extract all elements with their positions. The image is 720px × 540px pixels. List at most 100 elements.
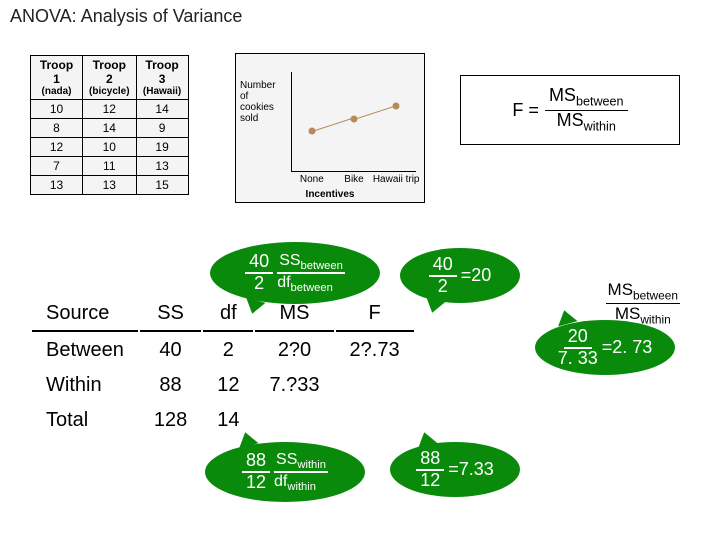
cell: 12 [83,100,137,119]
fraction-den: 7. 33 [558,349,598,369]
cell: Within [32,369,138,402]
top-row: Troop 1(nada) Troop 2(bicycle) Troop 3(H… [20,45,700,205]
col-header: SS [140,297,201,332]
cell: 12 [203,369,253,402]
chart-point [308,128,315,135]
formula-sub: within [640,312,670,326]
fraction-den: 2 [438,277,448,297]
troop-data-table: Troop 1(nada) Troop 2(bicycle) Troop 3(H… [30,55,189,195]
cell: 8 [31,119,83,138]
cell: 7 [31,157,83,176]
lower-section: Source SS df MS F Between 40 2 2?0 2?.73… [30,250,690,530]
formula-sub: between [291,282,333,294]
col-header: Source [32,297,138,332]
cell: 19 [136,138,188,157]
chart-ylabel: Number of cookies sold [240,80,285,124]
anova-source-table: Source SS df MS F Between 40 2 2?0 2?.73… [30,295,416,439]
formula-sym: MS [608,280,634,299]
cell: 14 [83,119,137,138]
table-row: Total 128 14 [32,404,414,437]
formula-num: MS [549,85,576,105]
formula-den-sub: within [584,119,616,133]
incentives-chart: Number of cookies sold None Bike Hawaii … [235,53,425,203]
table-row: Within 88 12 7.?33 [32,369,414,402]
f-formula: F = MSbetween MSwithin [512,86,627,134]
chart-xlabel: Incentives [306,189,355,200]
cell: 2?0 [255,334,333,367]
cell: 12 [31,138,83,157]
cell: 10 [83,138,137,157]
formula-sub: between [301,260,343,272]
chart-xtick: Bike [344,174,363,185]
cell: 9 [136,119,188,138]
col-header: Troop 2 [93,58,126,86]
callout-mswithin: 8812 =7.33 [390,442,520,497]
fraction-num: 20 [564,327,592,349]
chart-line [354,106,394,120]
cell: 128 [140,404,201,437]
table-row: 71113 [31,157,189,176]
fraction-num: 40 [429,255,457,277]
table-row: 121019 [31,138,189,157]
cell: 7.?33 [255,369,333,402]
chart-xtick: Hawaii trip [373,174,420,185]
result: =20 [461,265,492,286]
cell: 40 [140,334,201,367]
result: =2. 73 [602,337,653,358]
formula-sym: df [274,473,287,490]
formula-sub: within [287,481,316,493]
callout-fvalue: 207. 33 =2. 73 [535,320,675,375]
ms-ratio-formula: MSbetween MSwithin [606,280,680,326]
cell: 13 [136,157,188,176]
cell: 15 [136,176,188,195]
callout-tail [555,308,578,327]
col-subheader: (nada) [37,86,76,97]
cell: 2?.73 [336,334,414,367]
callout-msbetween: 402 =20 [400,248,520,303]
cell: 11 [83,157,137,176]
formula-lhs: F = [512,100,539,121]
col-header: F [336,297,414,332]
col-header: Troop 1 [40,58,73,86]
result: =7.33 [448,459,494,480]
callout-sswithin: 8812 SSwithin dfwithin [205,442,365,502]
chart-xtick: None [300,174,324,185]
cell: 88 [140,369,201,402]
cell [336,404,414,437]
chart-plot-area: None Bike Hawaii trip [291,72,416,172]
fraction-num: 88 [416,449,444,471]
table-row: 101214 [31,100,189,119]
callout-ssbetween: 402 SSbetween dfbetween [210,242,380,304]
table-row: Between 40 2 2?0 2?.73 [32,334,414,367]
formula-sym: MS [615,304,641,323]
col-subheader: (Hawaii) [143,86,182,97]
cell: 10 [31,100,83,119]
cell: Between [32,334,138,367]
cell: 2 [203,334,253,367]
chart-line [312,118,352,132]
fraction-num: 40 [245,252,273,274]
fraction-den: 2 [254,274,264,294]
formula-den: MS [557,110,584,130]
cell: Total [32,404,138,437]
formula-sym: SS [276,451,297,468]
table-row: Source SS df MS F [32,297,414,332]
cell [336,369,414,402]
callout-tail [415,430,438,449]
fraction-den: 12 [420,471,440,491]
page-title: ANOVA: Analysis of Variance [10,6,242,27]
fraction-num: 88 [242,451,270,473]
table-row: 131315 [31,176,189,195]
formula-sub: between [633,288,678,302]
formula-sym: SS [279,252,300,269]
table-row: 8149 [31,119,189,138]
table-row: Troop 1(nada) Troop 2(bicycle) Troop 3(H… [31,56,189,100]
chart-point [393,102,400,109]
cell: 14 [136,100,188,119]
formula-sub: within [297,459,326,471]
formula-num-sub: between [576,95,624,109]
col-subheader: (bicycle) [89,86,130,97]
cell: 13 [31,176,83,195]
callout-tail [423,297,446,316]
chart-point [351,115,358,122]
